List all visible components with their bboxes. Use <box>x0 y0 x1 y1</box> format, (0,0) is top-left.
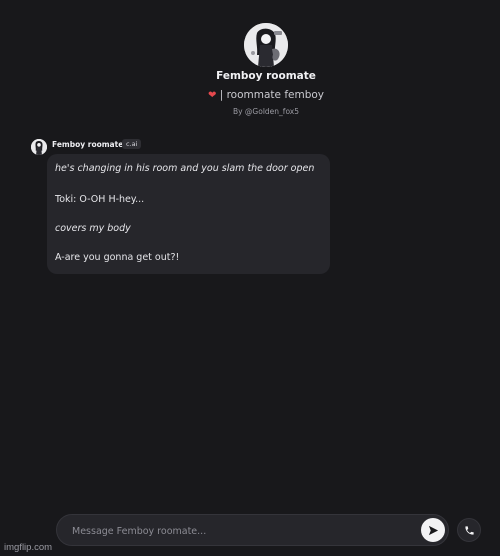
message-author[interactable]: Femboy roomate <box>52 140 123 149</box>
phone-icon <box>464 525 474 535</box>
character-tagline: ❤ | roommate femboy <box>0 89 500 101</box>
message-input[interactable] <box>72 524 402 538</box>
message-line: A-are you gonna get out?! <box>55 252 180 263</box>
tagline-text: | roommate femboy <box>219 89 325 101</box>
creator-link[interactable]: By @Golden_fox5 <box>0 107 500 116</box>
send-button[interactable] <box>421 518 445 542</box>
heart-icon: ❤ <box>207 90 217 101</box>
message-line: covers my body <box>55 223 131 234</box>
message-composer <box>56 514 449 546</box>
character-avatar[interactable] <box>244 23 288 67</box>
send-arrow-icon <box>428 525 438 535</box>
message-avatar[interactable] <box>31 139 47 155</box>
character-name: Femboy roomate <box>216 70 316 82</box>
call-button[interactable] <box>457 518 481 542</box>
message-line: Toki: O-OH H-hey... <box>55 194 145 205</box>
message-line: he's changing in his room and you slam t… <box>55 163 315 174</box>
ai-badge: c.ai <box>122 139 142 149</box>
message-bubble: he's changing in his room and you slam t… <box>47 154 330 274</box>
watermark: imgflip.com <box>4 542 53 553</box>
